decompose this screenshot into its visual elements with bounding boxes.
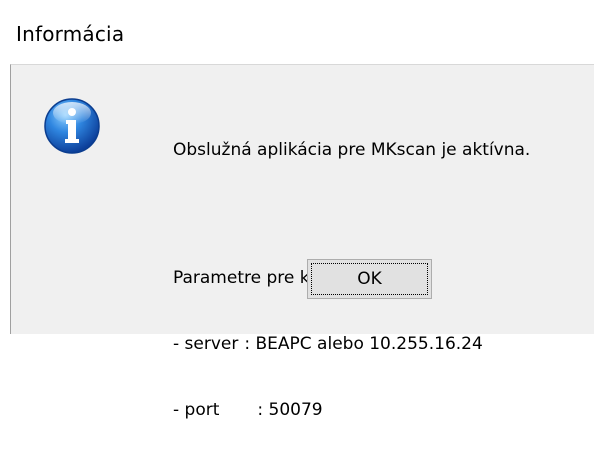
- information-icon: [44, 98, 100, 154]
- ok-button-label: OK: [357, 269, 382, 289]
- param-row-port: - port : 50079: [173, 399, 530, 421]
- param-value-port: : 50079: [257, 400, 323, 420]
- param-label-port: - port: [173, 400, 220, 420]
- title-bar[interactable]: Informácia: [0, 0, 602, 64]
- window-title: Informácia: [16, 22, 125, 46]
- ok-button[interactable]: OK: [307, 259, 432, 299]
- dialog-client-area: Obslužná aplikácia pre MKscan je aktívna…: [10, 64, 594, 420]
- param-label-server: - server: [173, 334, 239, 354]
- dialog-window: Informácia Obslužná aplikácia pre MKscan…: [0, 0, 602, 420]
- param-value-server: : BEAPC alebo 10.255.16.24: [244, 334, 483, 354]
- status-message: Obslužná aplikácia pre MKscan je aktívna…: [173, 140, 531, 160]
- param-row-server: - server: BEAPC alebo 10.255.16.24: [173, 333, 530, 355]
